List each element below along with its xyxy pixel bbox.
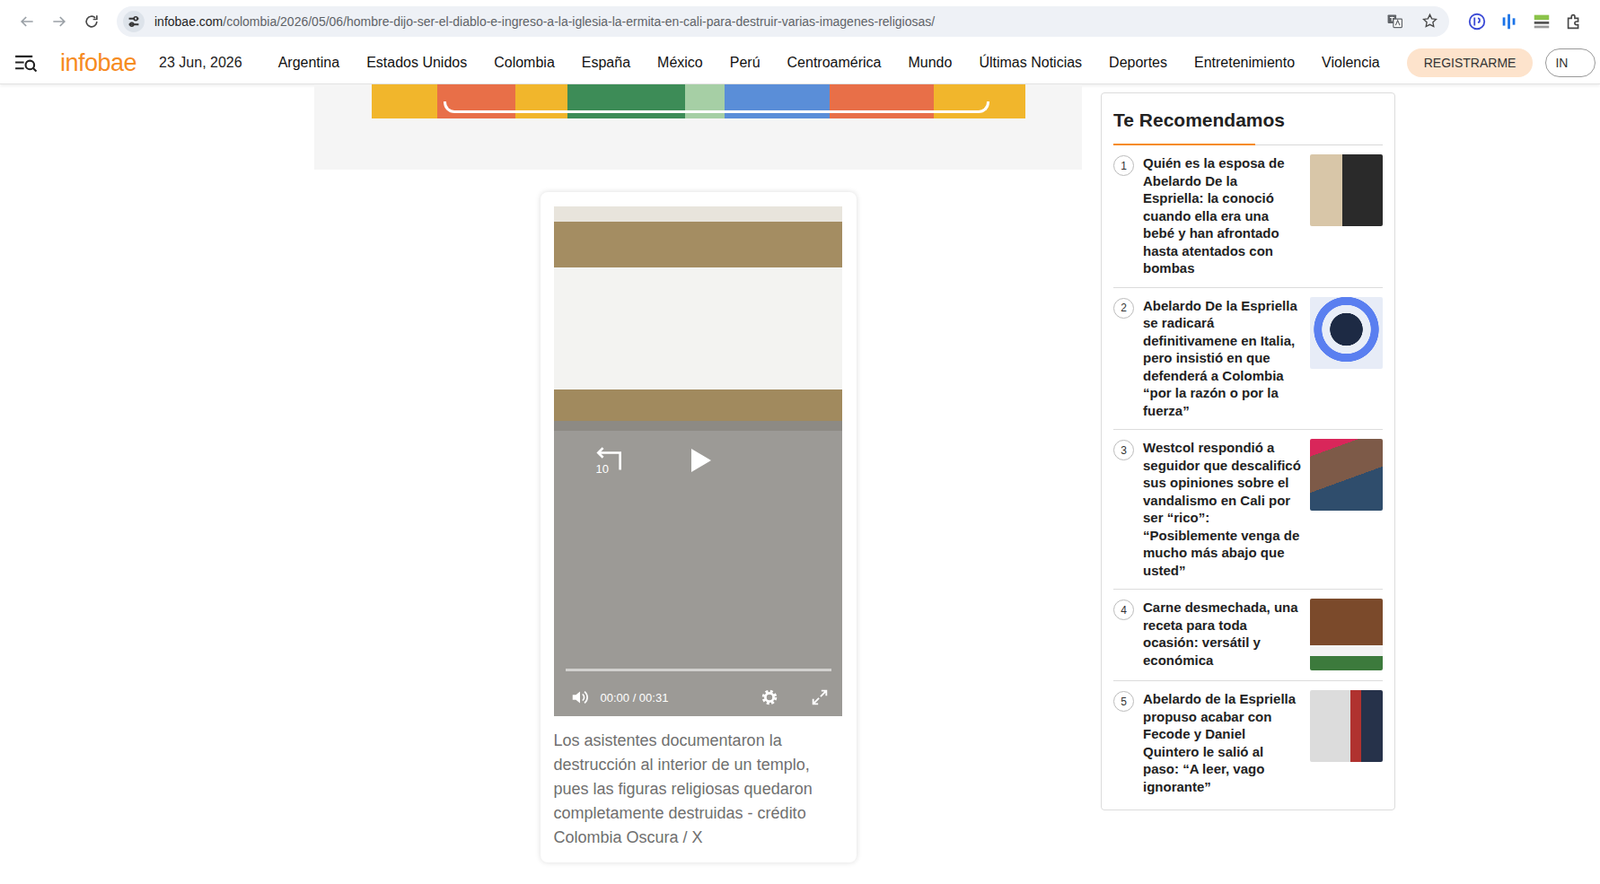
- ad-banner[interactable]: [371, 84, 1026, 119]
- nav-link[interactable]: Mundo: [907, 54, 952, 71]
- recommendations-panel: Te Recomendamos 1 Quién es la esposa de Ab…: [1100, 92, 1396, 811]
- item-title[interactable]: Westcol respondió a seguidor que descali…: [1142, 439, 1302, 580]
- fullscreen-icon[interactable]: [809, 687, 830, 708]
- site-header: infobae 23 Jun, 2026 Argentina Estados Unid…: [0, 42, 1600, 85]
- item-number: 5: [1113, 691, 1135, 713]
- forward-arrow-icon[interactable]: [50, 12, 69, 31]
- video-controls: 00:00 / 00:31: [553, 678, 843, 717]
- nav-link[interactable]: Entretenimiento: [1194, 54, 1295, 71]
- nav-link[interactable]: Violencia: [1321, 54, 1381, 71]
- recommendation-item[interactable]: 2 Abelardo De la Espriella se radicará de…: [1113, 288, 1383, 431]
- ad-area: [314, 84, 1082, 170]
- video-caption: Los asistentes documentaron la destrucci…: [553, 729, 843, 851]
- video-time: 00:00 / 00:31: [600, 691, 669, 705]
- recommendations-title: Te Recomendamos: [1113, 105, 1383, 133]
- item-title[interactable]: Abelardo de la Espriella propuso acabar …: [1142, 690, 1302, 796]
- play-icon[interactable]: [686, 447, 714, 475]
- item-title[interactable]: Carne desmechada, una receta para toda o…: [1142, 598, 1302, 669]
- recommendation-item[interactable]: 4 Carne desmechada, una receta para toda …: [1113, 589, 1383, 682]
- item-number: 4: [1113, 599, 1135, 621]
- article-column: 10 00:00 / 00:31 Los asistentes documentar…: [314, 84, 1082, 863]
- extension-shield-icon[interactable]: [1467, 11, 1487, 32]
- date-label: 23 Jun, 2026: [158, 54, 243, 71]
- url-text: infobae.com/colombia/2026/05/06/hombre-d…: [154, 14, 1369, 29]
- recommendation-item[interactable]: 5 Abelardo de la Espriella propuso acabar…: [1113, 681, 1383, 800]
- item-thumbnail[interactable]: [1309, 439, 1383, 511]
- item-thumbnail[interactable]: [1309, 690, 1383, 763]
- item-number: 1: [1113, 155, 1135, 176]
- item-thumbnail[interactable]: [1309, 154, 1383, 227]
- progress-bar[interactable]: [565, 668, 832, 672]
- item-title[interactable]: Abelardo De la Espriella se radicará def…: [1142, 297, 1302, 421]
- nav-link[interactable]: Colombia: [493, 54, 555, 71]
- translate-icon[interactable]: [1386, 12, 1404, 30]
- address-bar[interactable]: infobae.com/colombia/2026/05/06/hombre-d…: [116, 6, 1450, 37]
- video-player[interactable]: 10 00:00 / 00:31: [553, 206, 843, 717]
- login-button[interactable]: IN: [1545, 48, 1596, 78]
- extension-nvd-icon[interactable]: [1531, 11, 1552, 32]
- item-thumbnail[interactable]: [1309, 598, 1383, 671]
- nav-link[interactable]: Perú: [729, 54, 761, 71]
- section-nav: Argentina Estados Unidos Colombia España Méx…: [278, 54, 1381, 71]
- extensions-area: [1449, 11, 1590, 32]
- page-content: 10 00:00 / 00:31 Los asistentes documentar…: [0, 84, 1600, 863]
- replay-10-icon[interactable]: 10: [593, 445, 626, 478]
- item-thumbnail[interactable]: [1309, 297, 1383, 370]
- nav-link[interactable]: España: [581, 54, 631, 71]
- site-info-icon[interactable]: [122, 9, 146, 34]
- nav-link[interactable]: Últimas Noticias: [978, 54, 1082, 71]
- browser-toolbar: infobae.com/colombia/2026/05/06/hombre-d…: [0, 0, 1600, 43]
- settings-gear-icon[interactable]: [759, 687, 780, 708]
- nav-link[interactable]: Centroamérica: [787, 54, 882, 71]
- extension-audio-icon[interactable]: [1499, 11, 1520, 32]
- video-card: 10 00:00 / 00:31 Los asistentes documentar…: [540, 192, 857, 863]
- nav-link[interactable]: Argentina: [278, 54, 341, 71]
- recommendation-item[interactable]: 3 Westcol respondió a seguidor que descal…: [1113, 430, 1383, 590]
- browser-window: infobae.com/colombia/2026/05/06/hombre-d…: [0, 0, 1600, 884]
- back-arrow-icon[interactable]: [17, 12, 36, 31]
- recommendation-item[interactable]: 1 Quién es la esposa de Abelardo De la Es…: [1113, 145, 1383, 289]
- nav-link[interactable]: Deportes: [1108, 54, 1168, 71]
- register-button[interactable]: REGISTRARME: [1406, 48, 1534, 78]
- nav-link[interactable]: Estados Unidos: [366, 54, 467, 71]
- item-title[interactable]: Quién es la esposa de Abelardo De la Esp…: [1142, 154, 1302, 278]
- extensions-puzzle-icon[interactable]: [1564, 11, 1584, 32]
- bookmark-star-icon[interactable]: [1421, 12, 1439, 30]
- reload-icon[interactable]: [82, 12, 101, 31]
- site-logo[interactable]: infobae: [60, 49, 137, 78]
- item-number: 2: [1113, 298, 1135, 319]
- item-number: 3: [1113, 439, 1135, 461]
- menu-search-icon[interactable]: [14, 53, 39, 73]
- title-underline: [1113, 144, 1383, 146]
- nav-link[interactable]: México: [657, 54, 704, 71]
- volume-icon[interactable]: [570, 687, 590, 708]
